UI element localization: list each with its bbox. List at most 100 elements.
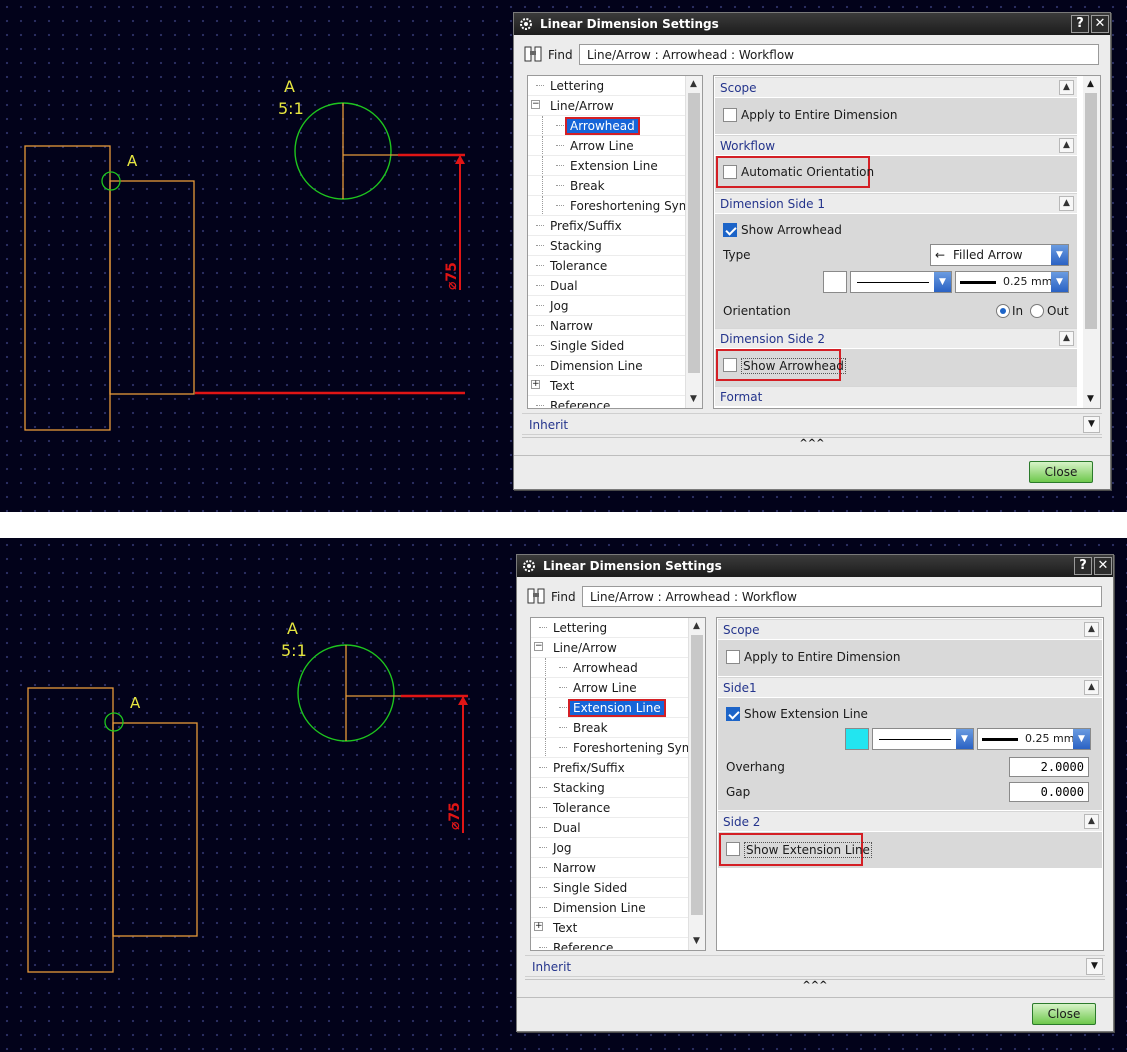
tree-item[interactable]: Tolerance bbox=[531, 798, 689, 818]
tree-item[interactable]: Lettering bbox=[528, 76, 686, 96]
drawing-canvas[interactable]: A A 5:1 ⌀75 bbox=[0, 0, 512, 512]
tree-item[interactable]: Lettering bbox=[531, 618, 689, 638]
orientation-in-radio[interactable] bbox=[996, 304, 1010, 318]
close-button[interactable]: Close bbox=[1029, 461, 1093, 483]
chevron-down-icon[interactable]: ▼ bbox=[956, 729, 973, 749]
collapse-icon[interactable]: ▲ bbox=[1059, 331, 1074, 346]
color-swatch[interactable] bbox=[823, 271, 847, 293]
settings-tree[interactable]: Reference + Text Dimension Line Single Sided… bbox=[527, 75, 703, 409]
tree-item[interactable]: Dimension Line bbox=[528, 356, 686, 376]
tree-item[interactable]: Break bbox=[531, 718, 689, 738]
tree-item[interactable]: Jog bbox=[531, 838, 689, 858]
tree-item[interactable]: Dimension Line bbox=[531, 898, 689, 918]
properties-scrollbar[interactable]: ▲ ▼ bbox=[1083, 76, 1100, 408]
apply-entire-checkbox[interactable] bbox=[723, 108, 737, 122]
tree-item[interactable]: Arrow Line bbox=[531, 678, 689, 698]
tree-item[interactable]: Reference bbox=[531, 938, 689, 950]
tree-item[interactable]: Narrow bbox=[531, 858, 689, 878]
orientation-out-radio[interactable] bbox=[1030, 304, 1044, 318]
arrow-type-dropdown[interactable]: ← Filled Arrow ▼ bbox=[930, 244, 1069, 266]
line-font-dropdown[interactable]: ▼ bbox=[872, 728, 974, 750]
tree-item[interactable]: Prefix/Suffix bbox=[528, 216, 686, 236]
collapse-icon[interactable]: − bbox=[534, 642, 543, 651]
tree-item[interactable]: Tolerance bbox=[528, 256, 686, 276]
tree-item[interactable]: Single Sided bbox=[531, 878, 689, 898]
inherit-section[interactable]: Inherit ▼ bbox=[525, 955, 1105, 977]
tree-item[interactable]: Single Sided bbox=[528, 336, 686, 356]
chevron-down-icon[interactable]: ▼ bbox=[1083, 416, 1100, 433]
collapse-icon[interactable]: ▲ bbox=[1084, 680, 1099, 695]
scroll-up-icon[interactable]: ▲ bbox=[693, 621, 700, 631]
cad-viewport-top[interactable]: A A 5:1 ⌀75 Linear Dimension Settings ? … bbox=[0, 0, 1127, 512]
expand-icon[interactable]: + bbox=[531, 380, 540, 389]
tree-item[interactable]: − Line/Arrow bbox=[528, 96, 686, 116]
scroll-down-icon[interactable]: ▼ bbox=[690, 394, 697, 404]
tree-item[interactable]: Dual bbox=[531, 818, 689, 838]
tree-item[interactable]: + Text bbox=[531, 918, 689, 938]
tree-item[interactable]: Arrow Line bbox=[528, 136, 686, 156]
find-input[interactable] bbox=[582, 586, 1102, 607]
section-scope[interactable]: Scope ▲ bbox=[715, 77, 1077, 97]
automatic-orientation-checkbox[interactable] bbox=[723, 165, 737, 179]
tree-item[interactable]: Prefix/Suffix bbox=[531, 758, 689, 778]
collapse-icon[interactable]: ▲ bbox=[1059, 80, 1074, 95]
chevron-down-icon[interactable]: ▼ bbox=[934, 272, 951, 292]
overhang-input[interactable] bbox=[1009, 757, 1089, 777]
tree-item[interactable]: Narrow bbox=[528, 316, 686, 336]
scroll-up-icon[interactable]: ▲ bbox=[690, 79, 697, 89]
tree-item[interactable]: Extension Line bbox=[528, 156, 686, 176]
section-dimension-side-2[interactable]: Dimension Side 2 ▲ bbox=[715, 328, 1077, 348]
scroll-down-icon[interactable]: ▼ bbox=[1087, 394, 1094, 404]
section-workflow[interactable]: Workflow ▲ bbox=[715, 135, 1077, 155]
section-dimension-side-1[interactable]: Dimension Side 1 ▲ bbox=[715, 193, 1077, 213]
tree-item[interactable]: Foreshortening Symbo bbox=[531, 738, 689, 758]
tree-item[interactable]: Dual bbox=[528, 276, 686, 296]
help-button[interactable]: ? bbox=[1071, 15, 1089, 33]
collapse-icon[interactable]: ▲ bbox=[1084, 622, 1099, 637]
tree-scrollbar[interactable]: ▲ ▼ bbox=[685, 76, 702, 408]
chevron-down-icon[interactable]: ▼ bbox=[1051, 245, 1068, 265]
more-options-toggle[interactable]: ^^^ bbox=[522, 437, 1102, 451]
scroll-thumb[interactable] bbox=[691, 635, 703, 915]
dialog-titlebar[interactable]: Linear Dimension Settings ? ✕ bbox=[517, 555, 1113, 577]
collapse-icon[interactable]: ▲ bbox=[1059, 196, 1074, 211]
expand-icon[interactable]: + bbox=[534, 922, 543, 931]
find-input[interactable] bbox=[579, 44, 1099, 65]
section-side2[interactable]: Side 2 ▲ bbox=[718, 811, 1102, 831]
tree-item[interactable]: Foreshortening Symbo bbox=[528, 196, 686, 216]
tree-item[interactable]: + Text bbox=[528, 376, 686, 396]
close-button[interactable]: Close bbox=[1032, 1003, 1096, 1025]
line-width-dropdown[interactable]: 0.25 mm ▼ bbox=[977, 728, 1091, 750]
tree-item[interactable]: Reference bbox=[528, 396, 686, 408]
chevron-down-icon[interactable]: ▼ bbox=[1051, 272, 1068, 292]
tree-item[interactable]: Arrowhead bbox=[528, 116, 686, 136]
apply-entire-checkbox[interactable] bbox=[726, 650, 740, 664]
settings-tree[interactable]: Reference + Text Dimension Line Single Sided… bbox=[530, 617, 706, 951]
drawing-canvas[interactable]: A A 5:1 ⌀75 bbox=[0, 538, 512, 1052]
show-extension-line-2-checkbox[interactable] bbox=[726, 842, 740, 856]
chevron-down-icon[interactable]: ▼ bbox=[1086, 958, 1103, 975]
tree-item[interactable]: Break bbox=[528, 176, 686, 196]
cad-viewport-bottom[interactable]: A A 5:1 ⌀75 Linear Dimension Settings ? … bbox=[0, 538, 1127, 1052]
tree-item[interactable]: − Line/Arrow bbox=[531, 638, 689, 658]
dialog-titlebar[interactable]: Linear Dimension Settings ? ✕ bbox=[514, 13, 1110, 35]
show-arrowhead-2-checkbox[interactable] bbox=[723, 358, 737, 372]
section-format[interactable]: Format bbox=[715, 386, 1077, 406]
close-x-button[interactable]: ✕ bbox=[1094, 557, 1112, 575]
scroll-thumb[interactable] bbox=[688, 93, 700, 373]
gap-input[interactable] bbox=[1009, 782, 1089, 802]
tree-scrollbar[interactable]: ▲ ▼ bbox=[688, 618, 705, 950]
help-button[interactable]: ? bbox=[1074, 557, 1092, 575]
scroll-thumb[interactable] bbox=[1085, 93, 1097, 329]
tree-item[interactable]: Stacking bbox=[528, 236, 686, 256]
color-swatch[interactable] bbox=[845, 728, 869, 750]
inherit-section[interactable]: Inherit ▼ bbox=[522, 413, 1102, 435]
tree-item[interactable]: Extension Line bbox=[531, 698, 689, 718]
collapse-icon[interactable]: − bbox=[531, 100, 540, 109]
line-font-dropdown[interactable]: ▼ bbox=[850, 271, 952, 293]
section-side1[interactable]: Side1 ▲ bbox=[718, 677, 1102, 697]
show-arrowhead-1-checkbox[interactable] bbox=[723, 223, 737, 237]
section-scope[interactable]: Scope ▲ bbox=[718, 619, 1102, 639]
collapse-icon[interactable]: ▲ bbox=[1084, 814, 1099, 829]
scroll-down-icon[interactable]: ▼ bbox=[693, 936, 700, 946]
